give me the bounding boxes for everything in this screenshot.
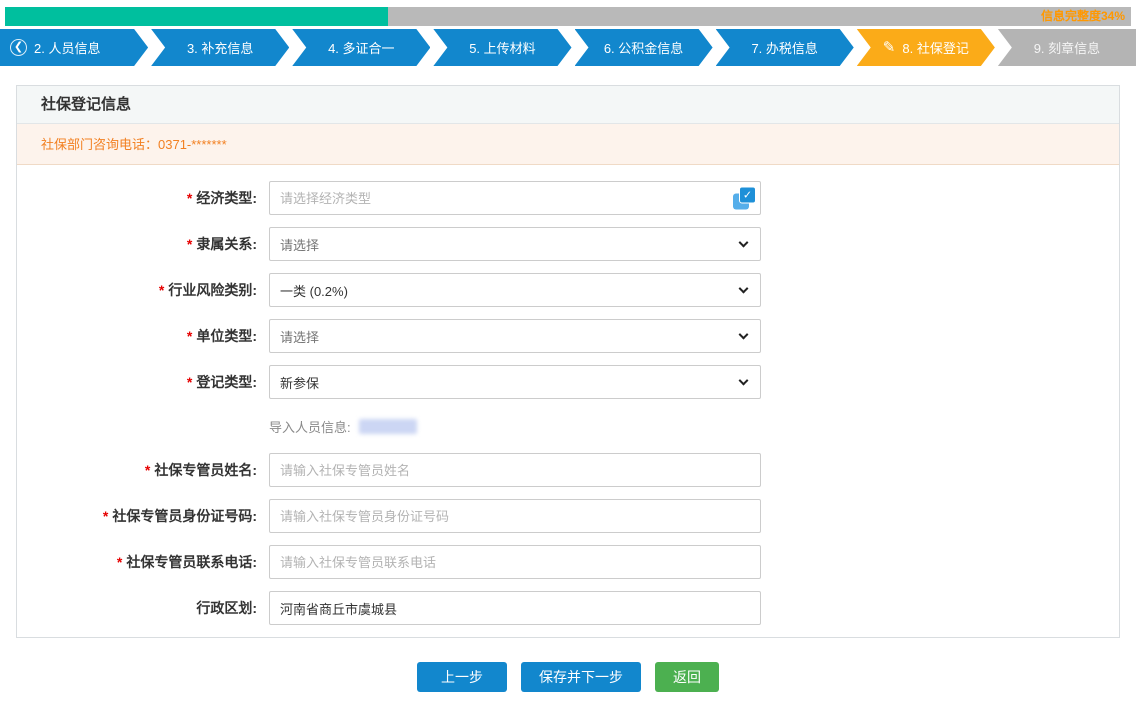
required-marker: * (187, 328, 192, 344)
form-row-industry-risk: *行业风险类别: 一类 (0.2%) (17, 273, 1119, 307)
economic-type-input[interactable] (269, 181, 761, 215)
tab-upload-materials[interactable]: 5. 上传材料 (433, 29, 571, 66)
return-button[interactable]: 返回 (655, 662, 719, 692)
form-row-affiliation: *隶属关系: 请选择 (17, 227, 1119, 261)
save-and-next-button[interactable]: 保存并下一步 (521, 662, 641, 692)
chevron-down-icon (739, 330, 749, 340)
required-marker: * (103, 508, 108, 524)
pencil-icon: ✎ (883, 40, 896, 55)
chevron-left-circle-icon[interactable]: ❮ (10, 39, 27, 56)
unit-type-select[interactable]: 请选择 (269, 319, 761, 353)
form-row-unit-type: *单位类型: 请选择 (17, 319, 1119, 353)
tab-tax-info[interactable]: 7. 办税信息 (716, 29, 854, 66)
registration-type-select[interactable]: 新参保 (269, 365, 761, 399)
form-row-import-personnel: 导入人员信息: (17, 411, 1119, 441)
tab-label: 9. 刻章信息 (1034, 38, 1100, 57)
tab-multi-cert[interactable]: 4. 多证合一 (292, 29, 430, 66)
action-bar: 上一步 保存并下一步 返回 (0, 662, 1136, 692)
tab-personnel-info[interactable]: ❮ 2. 人员信息 (0, 29, 148, 66)
social-security-form: *经济类型: ✓ *隶属关系: 请选择 (17, 165, 1119, 625)
form-row-admin-id-number: *社保专管员身份证号码: (17, 499, 1119, 533)
select-value: 新参保 (280, 373, 319, 392)
required-marker: * (187, 236, 192, 252)
field-label: *社保专管员联系电话: (17, 552, 269, 572)
field-label: *行业风险类别: (17, 280, 269, 300)
step-nav: ❮ 2. 人员信息 3. 补充信息 4. 多证合一 5. 上传材料 6. 公积金… (0, 29, 1136, 66)
admin-id-number-input[interactable] (269, 499, 761, 533)
field-label: *隶属关系: (17, 234, 269, 254)
select-value: 一类 (0.2%) (280, 281, 348, 300)
industry-risk-select[interactable]: 一类 (0.2%) (269, 273, 761, 307)
checkbox-picker-icon[interactable]: ✓ (733, 187, 756, 210)
tab-label: 2. 人员信息 (34, 38, 100, 57)
required-marker: * (117, 554, 122, 570)
form-panel: 社保登记信息 社保部门咨询电话：0371-******* *经济类型: ✓ *隶… (16, 85, 1120, 638)
import-personnel-note: 导入人员信息: (269, 411, 761, 441)
progress-fill (5, 7, 388, 26)
redacted-value (359, 419, 417, 434)
tab-supplementary-info[interactable]: 3. 补充信息 (151, 29, 289, 66)
tab-housing-fund-info[interactable]: 6. 公积金信息 (575, 29, 713, 66)
required-marker: * (159, 282, 164, 298)
tab-label: 5. 上传材料 (469, 38, 535, 57)
field-label: 行政区划: (17, 598, 269, 618)
tab-seal-info[interactable]: 9. 刻章信息 (998, 29, 1136, 66)
prev-step-button[interactable]: 上一步 (417, 662, 507, 692)
form-row-admin-name: *社保专管员姓名: (17, 453, 1119, 487)
progress-bar: 信息完整度34% (5, 7, 1131, 26)
progress-label: 信息完整度34% (1041, 7, 1125, 26)
required-marker: * (187, 190, 192, 206)
tab-label: 4. 多证合一 (328, 38, 394, 57)
tab-label: 8. 社保登记 (902, 38, 968, 57)
field-label: *社保专管员身份证号码: (17, 506, 269, 526)
check-icon: ✓ (739, 187, 756, 204)
field-label: *经济类型: (17, 188, 269, 208)
required-marker: * (145, 462, 150, 478)
select-value: 请选择 (280, 327, 319, 346)
field-label: *单位类型: (17, 326, 269, 346)
required-marker: * (187, 374, 192, 390)
chevron-down-icon (739, 284, 749, 294)
tab-social-security-registration[interactable]: ✎ 8. 社保登记 (857, 29, 995, 66)
form-row-economic-type: *经济类型: ✓ (17, 181, 1119, 215)
select-value: 请选择 (280, 235, 319, 254)
form-row-registration-type: *登记类型: 新参保 (17, 365, 1119, 399)
tab-label: 7. 办税信息 (751, 38, 817, 57)
chevron-down-icon (739, 376, 749, 386)
admin-name-input[interactable] (269, 453, 761, 487)
field-label: *登记类型: (17, 372, 269, 392)
chevron-down-icon (739, 238, 749, 248)
admin-phone-input[interactable] (269, 545, 761, 579)
affiliation-select[interactable]: 请选择 (269, 227, 761, 261)
panel-title: 社保登记信息 (17, 86, 1119, 124)
field-label: *社保专管员姓名: (17, 460, 269, 480)
tab-label: 6. 公积金信息 (604, 38, 683, 57)
administrative-division-input[interactable] (269, 591, 761, 625)
form-row-admin-phone: *社保专管员联系电话: (17, 545, 1119, 579)
tab-label: 3. 补充信息 (187, 38, 253, 57)
notice-bar: 社保部门咨询电话：0371-******* (17, 124, 1119, 165)
form-row-administrative-division: 行政区划: (17, 591, 1119, 625)
